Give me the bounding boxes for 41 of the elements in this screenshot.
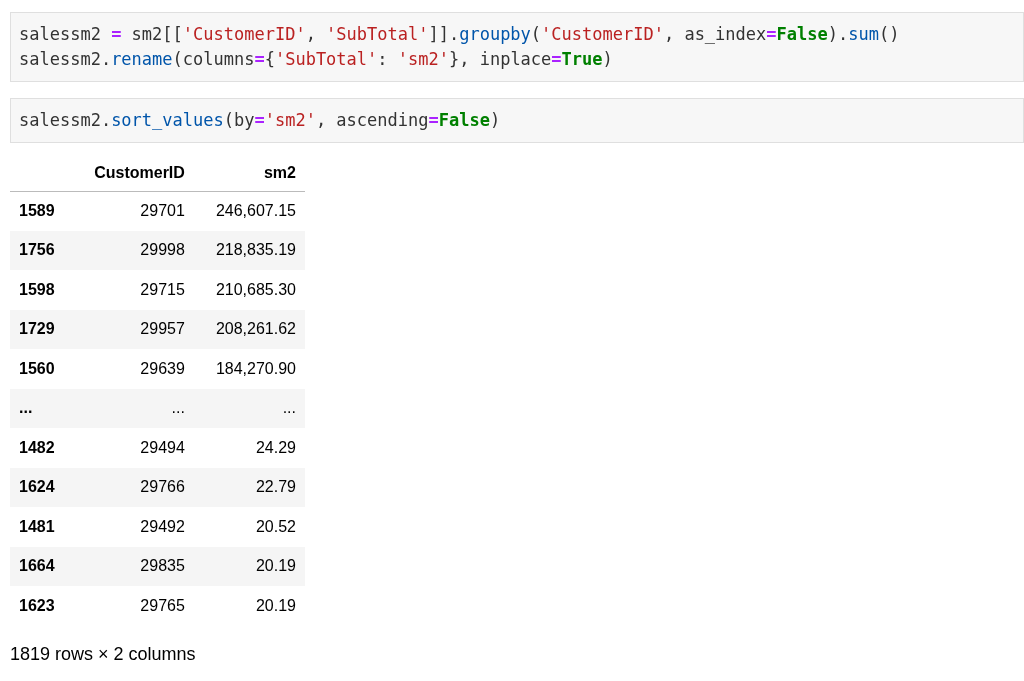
table-cell: 22.79: [193, 467, 305, 507]
table-cell: 24.29: [193, 428, 305, 468]
row-index: 1623: [10, 586, 71, 626]
table-cell: 184,270.90: [193, 349, 305, 389]
table-cell: 29492: [70, 507, 194, 547]
table-cell: 20.19: [193, 586, 305, 626]
row-index: 1624: [10, 467, 71, 507]
table-cell: ...: [193, 388, 305, 428]
table-cell: 208,261.62: [193, 309, 305, 349]
table-cell: ...: [70, 388, 194, 428]
code-cell[interactable]: salessm2 = sm2[['CustomerID', 'SubTotal']].groupby('CustomerID', as_index=False).sum() salessm2.rename(columns={'SubTotal': 'sm2'}, inplace=True): [10, 12, 1024, 82]
table-cell: 29701: [70, 191, 194, 231]
row-index: 1481: [10, 507, 71, 547]
table-cell: 20.19: [193, 546, 305, 586]
code-cell[interactable]: salessm2.sort_values(by='sm2', ascending=False): [10, 98, 1024, 143]
table-cell: 20.52: [193, 507, 305, 547]
table-cell: 246,607.15: [193, 191, 305, 231]
table-cell: 29715: [70, 270, 194, 310]
row-index: 1664: [10, 546, 71, 586]
column-header: CustomerID: [70, 155, 194, 191]
table-cell: 218,835.19: [193, 230, 305, 270]
code-line: salessm2.rename(columns={'SubTotal': 'sm2'}, inplace=True): [19, 48, 614, 71]
row-index: 1589: [10, 191, 71, 231]
table-cell: 210,685.30: [193, 270, 305, 310]
table-cell: 29766: [70, 467, 194, 507]
table-cell: 29998: [70, 230, 194, 270]
code-line: salessm2.sort_values(by='sm2', ascending=False): [19, 109, 502, 132]
code-line: salessm2 = sm2[['CustomerID', 'SubTotal']].groupby('CustomerID', as_index=False).sum(): [19, 23, 901, 46]
table-cell: 29639: [70, 349, 194, 389]
table-cell: 29957: [70, 309, 194, 349]
table-cell: 29765: [70, 586, 194, 626]
row-index: 1756: [10, 230, 71, 270]
row-index: ...: [10, 388, 71, 428]
table-summary: 1819 rows × 2 columns: [10, 642, 197, 666]
row-index: 1482: [10, 428, 71, 468]
table-cell: 29835: [70, 546, 194, 586]
row-index: 1598: [10, 270, 71, 310]
table-cell: 29494: [70, 428, 194, 468]
row-index: 1560: [10, 349, 71, 389]
row-index: 1729: [10, 309, 71, 349]
column-header: sm2: [193, 155, 305, 191]
